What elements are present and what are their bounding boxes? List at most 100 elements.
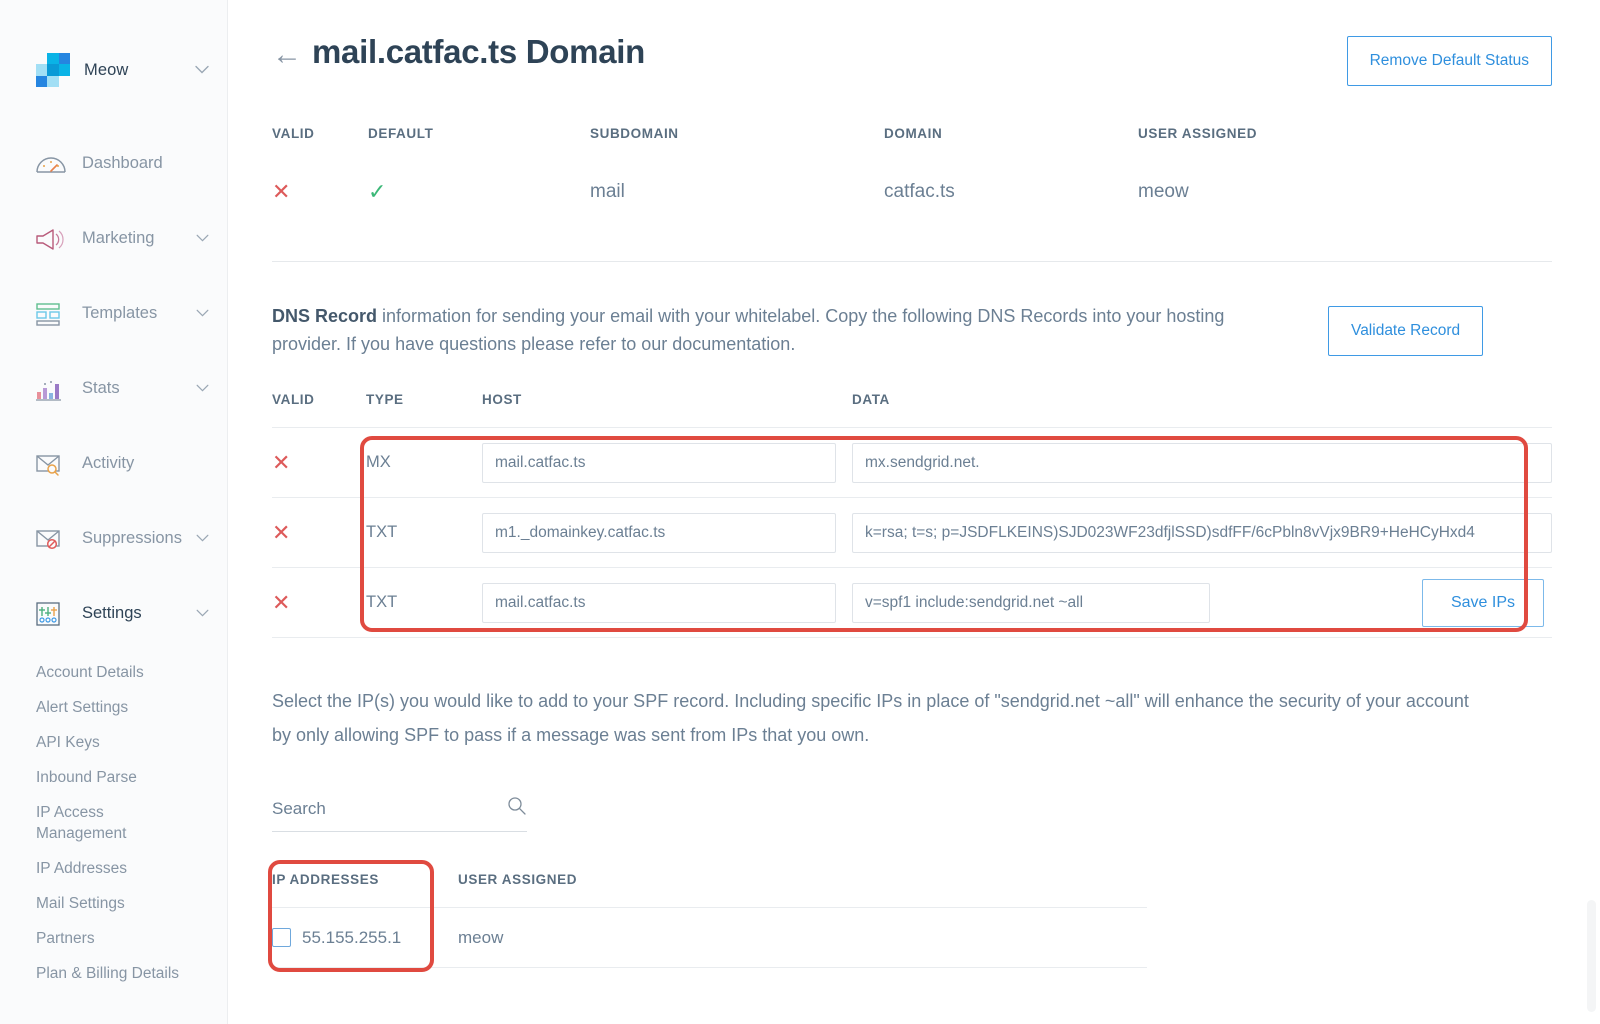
column-header-domain: DOMAIN xyxy=(884,126,943,141)
brand-name: Meow xyxy=(84,60,129,79)
column-header-dns-host: HOST xyxy=(482,392,522,407)
sidebar-subitem-mail-settings[interactable]: Mail Settings xyxy=(36,886,196,921)
chevron-down-icon[interactable] xyxy=(196,381,209,394)
dns-host-input[interactable]: mail.catfac.ts xyxy=(482,442,836,483)
invalid-x-icon: ✕ xyxy=(272,178,291,204)
search-field xyxy=(272,796,527,832)
dns-data-input[interactable]: k=rsa; t=s; p=JSDFLKEINS)SJD023WF23dfjlS… xyxy=(852,512,1552,553)
dns-valid-cell: ✕ xyxy=(272,451,366,474)
megaphone-icon xyxy=(34,224,68,254)
dns-header-row: VALID TYPE HOST DATA xyxy=(272,392,1552,427)
header-actions: Remove Default Status xyxy=(1346,30,1552,86)
sidebar-item-marketing[interactable]: Marketing xyxy=(0,201,227,276)
summary-default-cell: ✓ xyxy=(368,178,590,204)
save-ips-button[interactable]: Save IPs xyxy=(1421,578,1544,627)
sidebar-item-templates[interactable]: Templates xyxy=(0,276,227,351)
page-title: mail.catfac.ts Domain xyxy=(312,33,645,70)
envelope-search-icon xyxy=(34,449,68,479)
dns-data-input[interactable]: v=spf1 include:sendgrid.net ~all xyxy=(852,582,1210,623)
spf-description: Select the IP(s) you would like to add t… xyxy=(272,691,1469,745)
sidebar-item-label: Settings xyxy=(82,604,142,622)
sidebar-subitem-inbound-parse[interactable]: Inbound Parse xyxy=(36,760,196,795)
invalid-x-icon: ✕ xyxy=(272,519,291,545)
sidebar-subitem-alert-settings[interactable]: Alert Settings xyxy=(36,690,196,725)
column-header-dns-valid: VALID xyxy=(272,392,315,407)
summary-subdomain-value: mail xyxy=(590,181,625,202)
ip-address-cell: 55.155.255.1 xyxy=(272,928,458,948)
bar-chart-icon xyxy=(34,374,68,404)
chevron-down-icon[interactable] xyxy=(195,63,209,76)
dns-valid-cell: ✕ xyxy=(272,589,366,615)
valid-check-icon: ✓ xyxy=(368,178,387,204)
back-arrow-icon[interactable]: ← xyxy=(272,40,302,70)
summary-domain-value: catfac.ts xyxy=(884,181,955,202)
table-row: ✕ TXT m1._domainkey.catfac.ts k=rsa; t=s… xyxy=(272,497,1552,567)
dns-data-cell: v=spf1 include:sendgrid.net ~all Save IP… xyxy=(852,578,1552,627)
dns-host-cell: mail.catfac.ts xyxy=(482,442,852,483)
dns-host-cell: mail.catfac.ts xyxy=(482,582,852,623)
meow-logo-icon xyxy=(36,53,70,87)
dns-type-cell: MX xyxy=(366,453,391,471)
save-ips-action: Save IPs xyxy=(1421,578,1552,627)
sidebar-subitem-api-keys[interactable]: API Keys xyxy=(36,725,196,760)
dns-record-intro: DNS Record information for sending your … xyxy=(272,302,1552,358)
sidebar-subitem-plan-billing-details[interactable]: Plan & Billing Details xyxy=(36,956,196,991)
dns-record-description: DNS Record information for sending your … xyxy=(272,302,1292,358)
dns-record-label: DNS Record xyxy=(272,306,378,326)
brand-selector[interactable]: Meow xyxy=(0,0,227,96)
domain-summary-table: VALID DEFAULT SUBDOMAIN DOMAIN USER ASSI… xyxy=(272,126,1552,213)
templates-icon xyxy=(34,299,68,329)
settings-submenu: Account Details Alert Settings API Keys … xyxy=(0,651,227,991)
sidebar-item-suppressions[interactable]: Suppressions xyxy=(0,501,227,576)
sidebar-nav: Dashboard Marketing Templates Stats Acti… xyxy=(0,126,227,991)
dns-records-table: VALID TYPE HOST DATA ✕ MX mail.catfac.ts… xyxy=(272,392,1552,638)
sidebar-item-activity[interactable]: Activity xyxy=(0,426,227,501)
dns-type-cell: TXT xyxy=(366,523,398,541)
invalid-x-icon: ✕ xyxy=(272,589,291,615)
sidebar-item-label: Activity xyxy=(82,454,135,472)
column-header-dns-type: TYPE xyxy=(366,392,404,407)
chevron-down-icon[interactable] xyxy=(196,606,209,619)
sidebar-subitem-partners[interactable]: Partners xyxy=(36,921,196,956)
chevron-down-icon[interactable] xyxy=(196,531,209,544)
sidebar-item-dashboard[interactable]: Dashboard xyxy=(0,126,227,201)
column-header-subdomain: SUBDOMAIN xyxy=(590,126,679,141)
dns-data-input[interactable]: mx.sendgrid.net. xyxy=(852,442,1552,483)
sidebar-item-settings[interactable]: Settings xyxy=(0,576,227,651)
main-content: ← mail.catfac.ts Domain Remove Default S… xyxy=(228,0,1600,1024)
envelope-blocked-icon xyxy=(34,524,68,554)
section-divider xyxy=(272,261,1552,262)
sidebar-subitem-ip-access-management[interactable]: IP Access Management xyxy=(36,795,196,851)
validate-record-button[interactable]: Validate Record xyxy=(1328,306,1484,356)
search-input[interactable] xyxy=(272,798,472,819)
sidebar-item-label: Marketing xyxy=(82,229,155,247)
sidebar-item-label: Stats xyxy=(82,379,120,397)
gauge-icon xyxy=(34,149,68,179)
chevron-down-icon[interactable] xyxy=(196,231,209,244)
summary-valid-cell: ✕ xyxy=(272,178,368,204)
ip-select-checkbox[interactable] xyxy=(272,928,291,947)
dns-record-description-rest: information for sending your email with … xyxy=(272,306,1225,354)
remove-default-status-button[interactable]: Remove Default Status xyxy=(1346,36,1552,86)
chevron-down-icon[interactable] xyxy=(196,306,209,319)
column-header-default: DEFAULT xyxy=(368,126,434,141)
sidebar: Meow Dashboard Marketing Templates Stats… xyxy=(0,0,228,1024)
content-area: VALID DEFAULT SUBDOMAIN DOMAIN USER ASSI… xyxy=(228,126,1600,972)
sidebar-item-label: Suppressions xyxy=(82,529,182,547)
sidebar-subitem-ip-addresses[interactable]: IP Addresses xyxy=(36,851,196,886)
app-root: Meow Dashboard Marketing Templates Stats… xyxy=(0,0,1600,1024)
table-row: ✕ TXT mail.catfac.ts v=spf1 include:send… xyxy=(272,567,1552,637)
dns-data-cell: k=rsa; t=s; p=JSDFLKEINS)SJD023WF23dfjlS… xyxy=(852,512,1552,553)
dns-host-input[interactable]: m1._domainkey.catfac.ts xyxy=(482,512,836,553)
dns-host-input[interactable]: mail.catfac.ts xyxy=(482,582,836,623)
search-icon[interactable] xyxy=(507,796,527,821)
page-header: ← mail.catfac.ts Domain Remove Default S… xyxy=(228,0,1600,86)
column-header-user-assigned: USER ASSIGNED xyxy=(1138,126,1258,141)
sidebar-subitem-account-details[interactable]: Account Details xyxy=(36,655,196,690)
sidebar-item-stats[interactable]: Stats xyxy=(0,351,227,426)
vertical-scrollbar[interactable] xyxy=(1587,900,1596,1012)
column-header-dns-data: DATA xyxy=(852,392,890,407)
ip-header-row: IP ADDRESSES USER ASSIGNED xyxy=(272,872,1147,907)
ip-user-assigned-value: meow xyxy=(458,927,504,947)
summary-user-value: meow xyxy=(1138,181,1189,202)
